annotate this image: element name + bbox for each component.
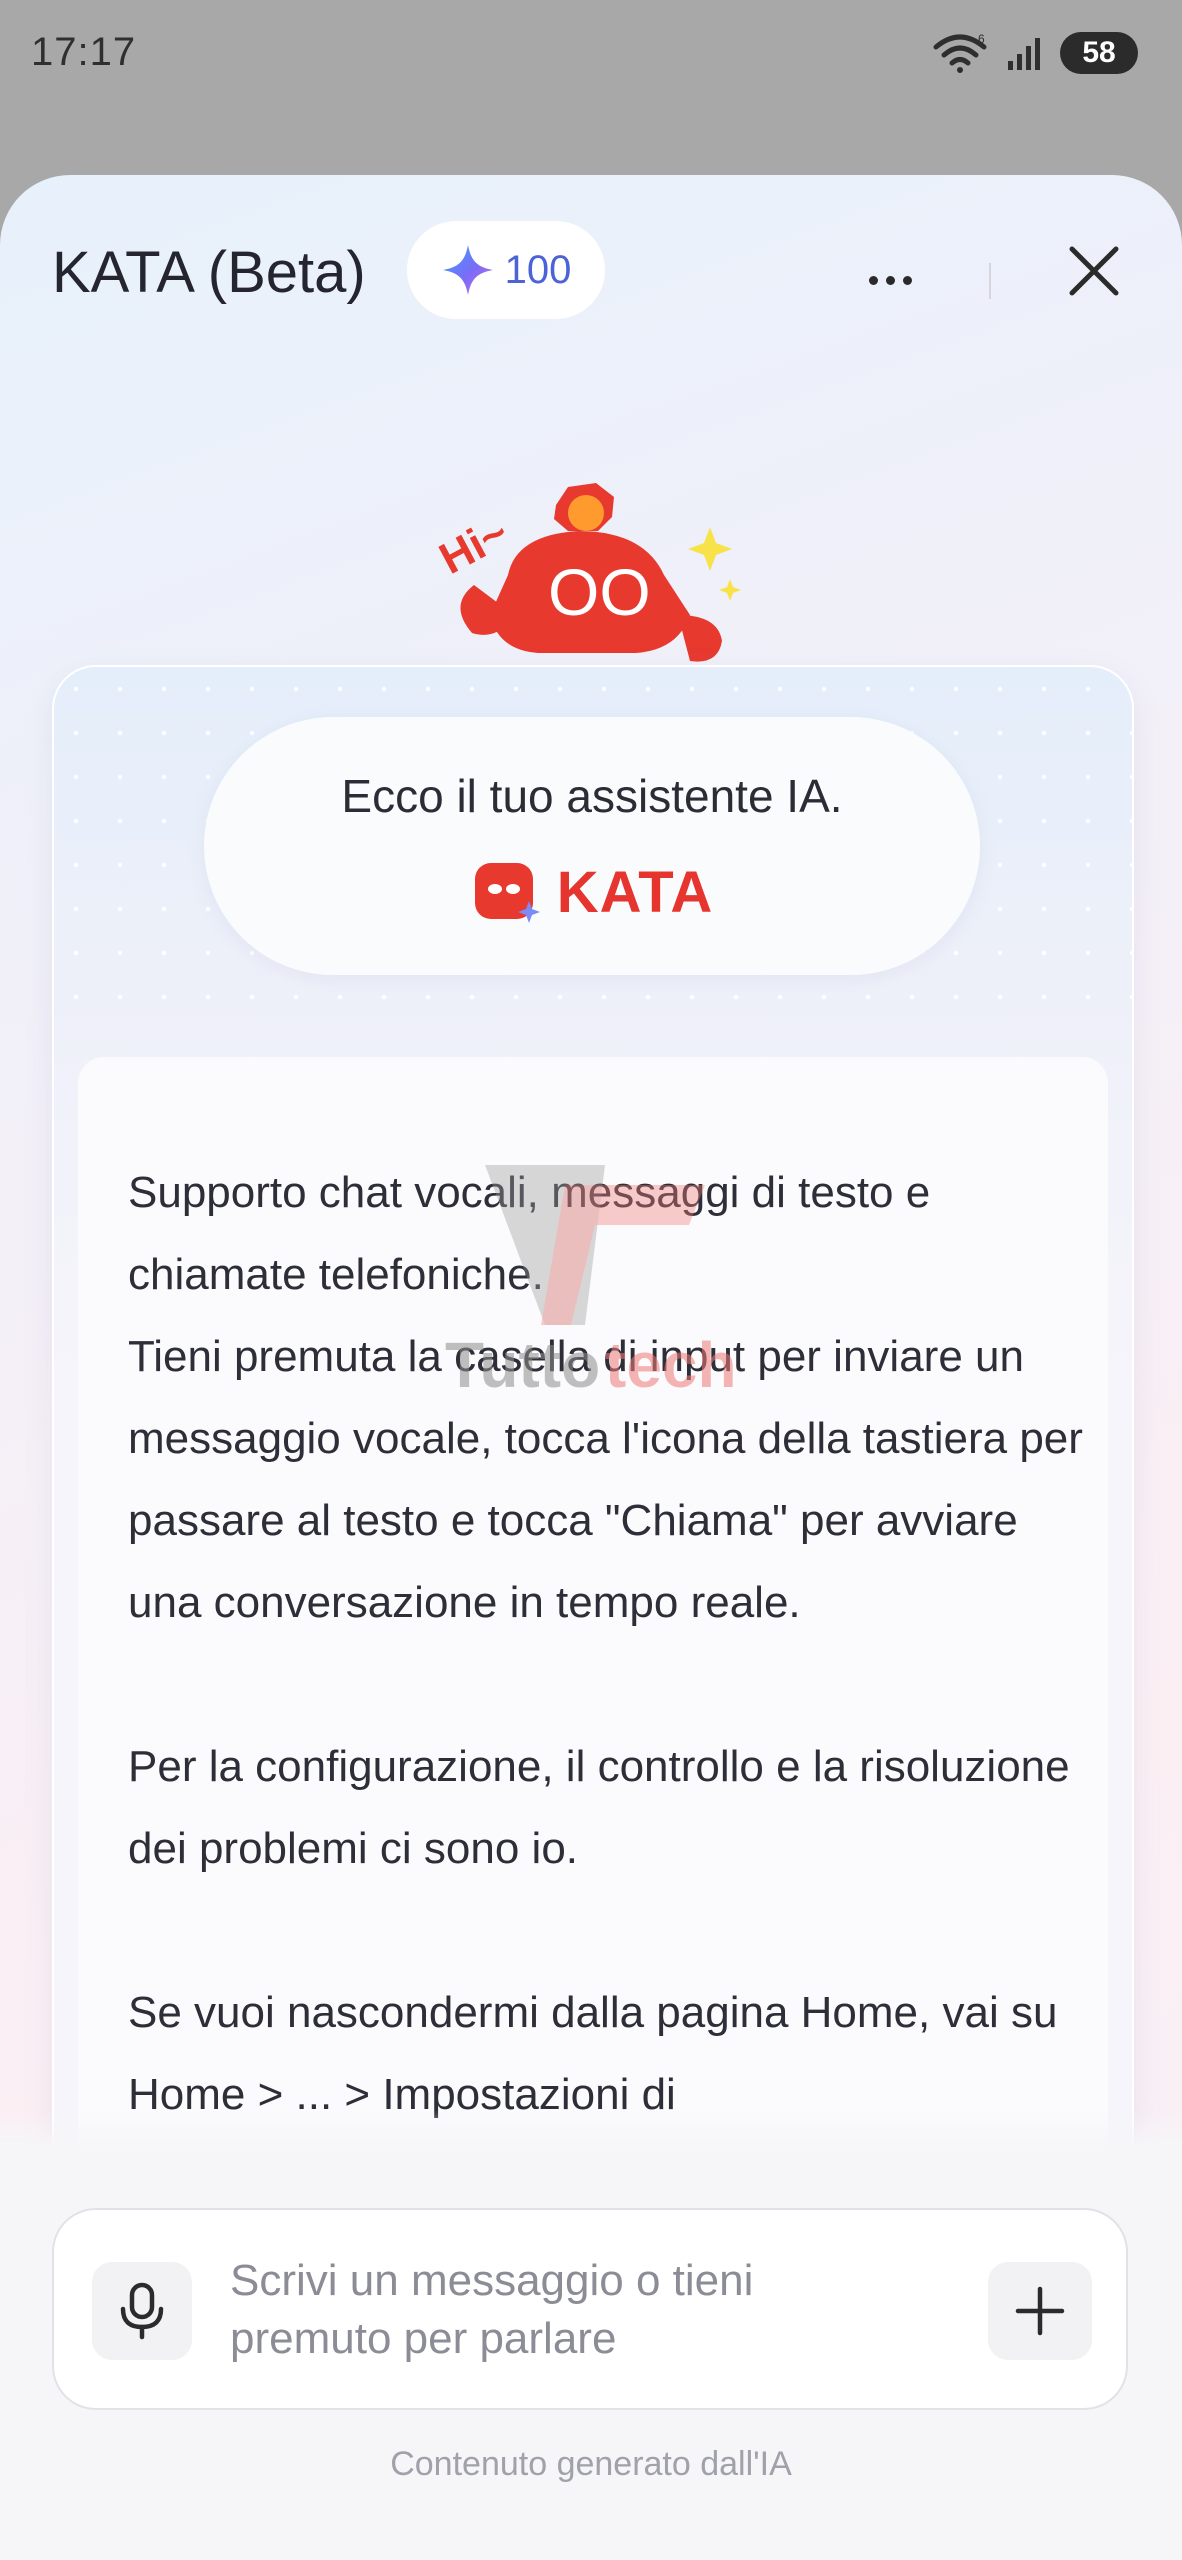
sparkle-icon — [442, 245, 493, 295]
mascot-eyes: OO — [548, 555, 651, 629]
plus-icon — [1015, 2286, 1065, 2336]
clock: 17:17 — [31, 30, 137, 74]
message-text: Supporto chat vocali, messaggi di testo … — [128, 1152, 1088, 2136]
more-dot-icon — [902, 275, 912, 285]
page-title: KATA (Beta) — [52, 240, 366, 305]
battery-indicator: 58 — [1060, 32, 1138, 74]
more-dot-icon — [885, 275, 895, 285]
microphone-button[interactable] — [92, 2262, 192, 2360]
intro-text: Ecco il tuo assistente IA. — [341, 770, 843, 822]
credits-badge[interactable]: 100 — [407, 221, 605, 319]
close-button[interactable] — [1060, 237, 1128, 305]
credits-value: 100 — [504, 247, 572, 292]
kata-brand: KATA — [204, 857, 980, 927]
kata-brand-name: KATA — [556, 859, 714, 925]
ai-disclaimer: Contenuto generato dall'IA — [390, 2445, 792, 2483]
wifi-icon: 6 — [933, 33, 987, 73]
message-input[interactable] — [230, 2252, 870, 2372]
wifi-badge: 6 — [978, 33, 985, 46]
microphone-icon — [120, 2282, 164, 2340]
message-composer — [52, 2208, 1128, 2410]
kata-logo-icon — [474, 863, 540, 923]
kata-mascot-illustration: Hi~ OO — [432, 483, 741, 662]
more-options-button[interactable] — [850, 255, 930, 305]
message-paragraph: Per la configurazione, il controllo e la… — [128, 1742, 1070, 1873]
more-dot-icon — [868, 275, 878, 285]
mascot-greeting: Hi~ — [432, 508, 517, 584]
status-icons: 6 58 — [932, 32, 1138, 74]
intro-bubble: Ecco il tuo assistente IA. KATA — [204, 717, 980, 975]
message-paragraph: Supporto chat vocali, messaggi di testo … — [128, 1168, 931, 1299]
attach-button[interactable] — [988, 2262, 1092, 2360]
header-divider — [989, 263, 991, 299]
signal-icon — [1008, 38, 1040, 70]
status-bar: 17:17 6 58 — [0, 0, 1182, 110]
message-paragraph: Tieni premuta la casella di input per in… — [128, 1332, 1083, 1627]
sheet-header: KATA (Beta) 100 — [0, 175, 1182, 365]
